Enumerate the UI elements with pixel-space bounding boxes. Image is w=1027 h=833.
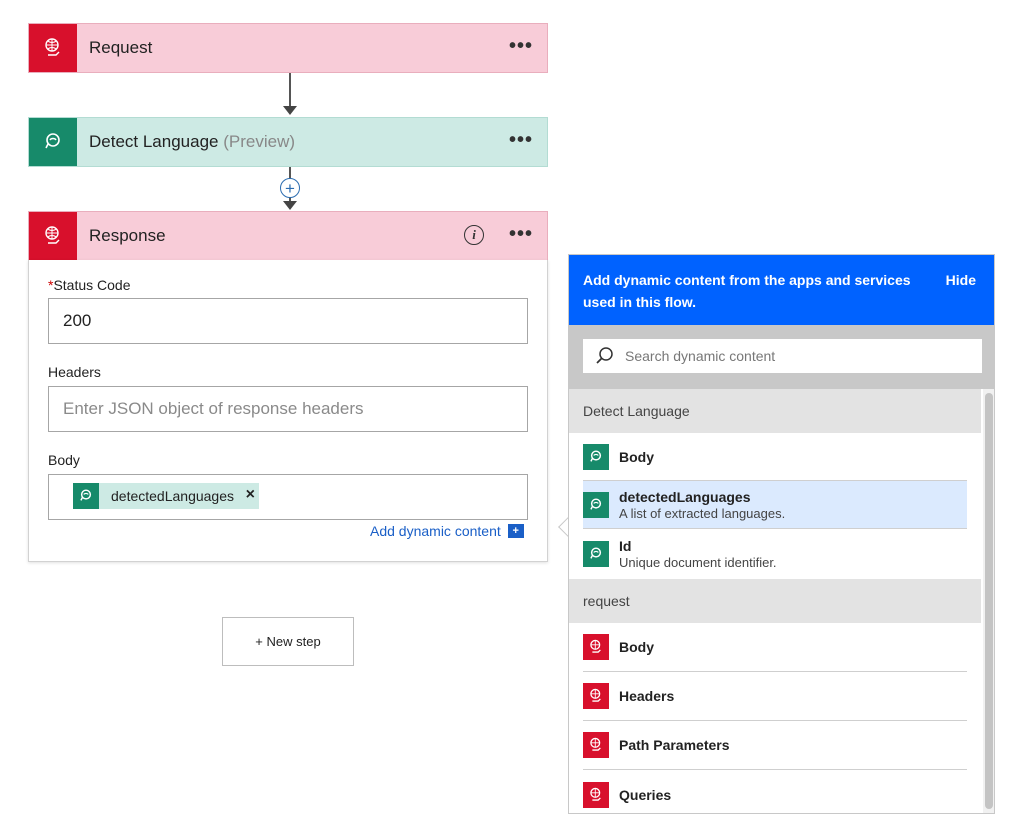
item-name: Body [619, 448, 654, 465]
list-item-detected-languages[interactable]: detectedLanguages A list of extracted la… [583, 481, 967, 529]
text-analytics-icon [583, 491, 609, 518]
text-analytics-icon [583, 443, 609, 470]
status-code-label: *Status Code [48, 277, 131, 293]
item-description: A list of extracted languages. [619, 505, 786, 521]
search-placeholder: Search dynamic content [625, 348, 776, 364]
request-more-button[interactable]: ••• [509, 36, 533, 56]
connector-line [289, 73, 291, 107]
request-step-title: Request [89, 38, 153, 57]
list-item-id[interactable]: Id Unique document identifier. [583, 529, 967, 579]
scrollbar-thumb[interactable] [985, 393, 993, 809]
info-icon[interactable]: i [464, 225, 484, 245]
detect-language-step-header[interactable]: Detect Language (Preview) ••• [28, 117, 548, 167]
item-name: Id [619, 538, 632, 554]
panel-message: Add dynamic content from the apps and se… [583, 272, 911, 310]
item-description: Unique document identifier. [619, 555, 777, 570]
globe-hand-icon [583, 634, 609, 660]
new-step-button[interactable]: + New step [222, 617, 354, 666]
list-item-detect-body[interactable]: Body [583, 433, 967, 481]
text-analytics-icon [583, 541, 609, 567]
list-item-request-body[interactable]: Body [583, 623, 967, 672]
dynamic-content-icon: + [507, 524, 524, 538]
list-item-queries[interactable]: Queries [583, 770, 967, 813]
item-name: Path Parameters [619, 737, 730, 753]
search-input[interactable]: Search dynamic content [583, 339, 982, 373]
globe-hand-icon [583, 732, 609, 758]
text-analytics-icon [29, 118, 77, 166]
response-more-button[interactable]: ••• [509, 224, 533, 244]
item-name: Body [619, 639, 654, 655]
globe-hand-icon [29, 24, 77, 72]
text-analytics-icon [73, 483, 99, 509]
group-header-request: request [569, 579, 981, 623]
dynamic-token[interactable]: detectedLanguages × [73, 483, 259, 509]
headers-label: Headers [48, 364, 101, 380]
status-code-label-text: Status Code [53, 277, 131, 293]
dynamic-content-panel: Add dynamic content from the apps and se… [568, 254, 995, 814]
insert-step-button[interactable]: + [280, 178, 300, 198]
response-step-title: Response [89, 226, 166, 245]
list-item-path-parameters[interactable]: Path Parameters [583, 721, 967, 770]
search-icon [595, 346, 615, 366]
token-label: detectedLanguages [111, 488, 234, 504]
panel-scrollbar[interactable] [983, 389, 994, 813]
preview-tag: (Preview) [223, 132, 296, 151]
item-name: detectedLanguages [619, 488, 751, 505]
item-name: Queries [619, 786, 672, 803]
add-dynamic-content-text: Add dynamic content [370, 523, 501, 539]
body-label: Body [48, 452, 80, 468]
connector-arrow [283, 201, 297, 210]
list-item-headers[interactable]: Headers [583, 672, 967, 721]
detect-title-text: Detect Language [89, 132, 219, 151]
panel-header: Add dynamic content from the apps and se… [569, 255, 994, 325]
group-header-detect-language: Detect Language [569, 389, 981, 433]
globe-hand-icon [583, 781, 609, 808]
detect-more-button[interactable]: ••• [509, 130, 533, 150]
globe-hand-icon [583, 683, 609, 709]
search-area: Search dynamic content [569, 325, 994, 389]
headers-input[interactable]: Enter JSON object of response headers [48, 386, 528, 432]
detect-language-step-title: Detect Language (Preview) [89, 132, 295, 152]
hide-button[interactable]: Hide [946, 272, 976, 288]
add-dynamic-content-link[interactable]: Add dynamic content + [370, 523, 524, 539]
item-name: Headers [619, 688, 675, 704]
request-step-header[interactable]: Request ••• [28, 23, 548, 73]
token-remove-button[interactable]: × [246, 486, 255, 504]
globe-hand-icon [29, 212, 77, 260]
connector-arrow [283, 106, 297, 115]
status-code-input[interactable]: 200 [48, 298, 528, 344]
